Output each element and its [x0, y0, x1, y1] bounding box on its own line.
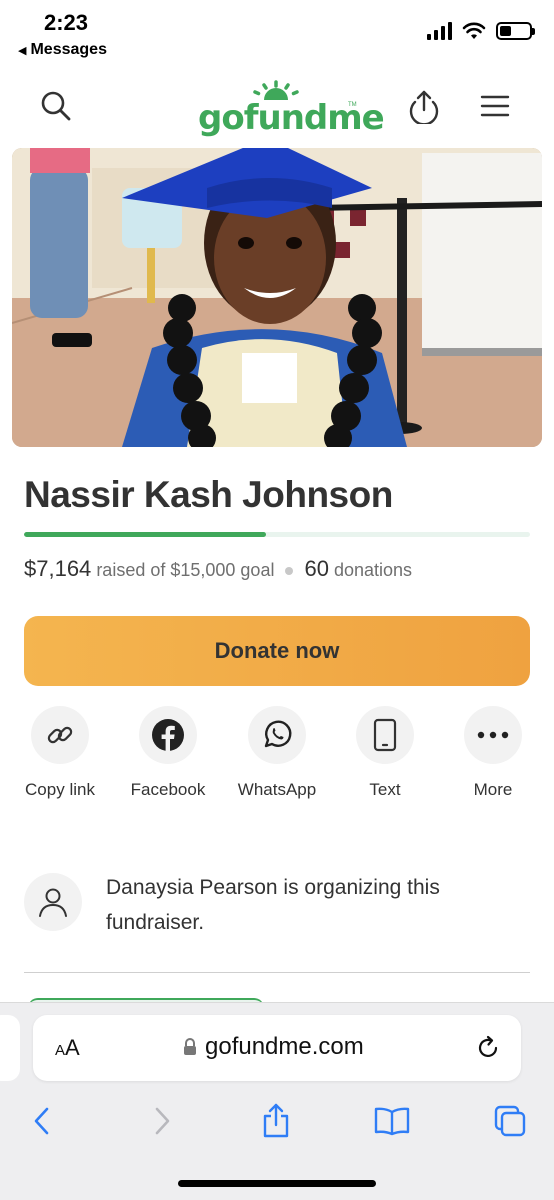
url-text: gofundme.com [205, 1033, 364, 1060]
site-header: gofundme TM [0, 76, 554, 138]
share-label: Copy link [25, 780, 95, 799]
share-text[interactable]: Text [335, 706, 435, 800]
share-label: Text [369, 780, 401, 799]
progress-fill [24, 532, 266, 537]
share-more[interactable]: More [443, 706, 543, 800]
back-to-messages-link[interactable]: ◀ Messages [18, 41, 107, 59]
person-icon [39, 888, 67, 917]
donations-label: donations [333, 560, 413, 580]
amount-raised: $7,164 [24, 556, 92, 581]
share-label: More [473, 780, 513, 799]
share-button[interactable] [404, 86, 444, 126]
tabs-button[interactable] [488, 1099, 532, 1143]
back-triangle-icon: ◀ [18, 45, 27, 57]
reload-button[interactable] [475, 1035, 501, 1066]
gofundme-logo[interactable]: gofundme TM [198, 80, 385, 138]
section-divider [24, 972, 530, 973]
book-icon [374, 1107, 410, 1136]
logo-trademark: TM [348, 102, 357, 108]
aa-big: A [65, 1035, 80, 1060]
chevron-right-icon [155, 1107, 170, 1135]
organizer-text: Danaysia Pearson is organizing this fund… [106, 876, 440, 934]
aa-small: A [55, 1042, 66, 1059]
share-facebook[interactable]: Facebook [118, 706, 218, 800]
more-icon [477, 731, 509, 739]
menu-button[interactable] [475, 86, 515, 126]
hamburger-menu-icon [480, 95, 510, 117]
wifi-icon [462, 22, 486, 39]
browser-forward-button[interactable] [140, 1099, 184, 1143]
bookmarks-button[interactable] [370, 1099, 414, 1143]
campaign-title: Nassir Kash Johnson [24, 474, 393, 515]
status-bar: 2:23 ◀ Messages [0, 0, 554, 66]
back-app-label: Messages [30, 41, 107, 58]
donation-count: 60 [304, 556, 329, 581]
browser-toolbar: AA gofundme.com [0, 1002, 554, 1200]
goal-text: raised of $15,000 goal [96, 560, 275, 580]
chevron-left-icon [34, 1107, 49, 1135]
browser-back-button[interactable] [20, 1099, 64, 1143]
whatsapp-icon [264, 720, 292, 748]
tabs-icon [494, 1105, 526, 1137]
lock-icon [184, 1038, 196, 1055]
link-icon [47, 726, 73, 744]
share-circle [31, 706, 89, 764]
share-copy-link[interactable]: Copy link [10, 706, 110, 800]
search-button[interactable] [36, 86, 76, 126]
facebook-icon [152, 719, 184, 752]
url-display[interactable]: gofundme.com [183, 1033, 364, 1061]
phone-icon [373, 718, 397, 752]
status-time: 2:23 [44, 10, 89, 35]
share-circle [248, 706, 306, 764]
share-circle [356, 706, 414, 764]
share-whatsapp[interactable]: WhatsApp [227, 706, 327, 800]
previous-tab-edge[interactable] [0, 1015, 20, 1081]
share-label: Facebook [130, 780, 206, 799]
home-indicator [178, 1180, 376, 1187]
fundraising-stats: $7,164 raised of $15,000 goal 60 donatio… [24, 556, 412, 582]
reload-icon [478, 1035, 498, 1057]
battery-icon [496, 22, 535, 40]
separator-dot [285, 567, 294, 576]
browser-share-button[interactable] [254, 1099, 298, 1143]
campaign-photo [12, 148, 542, 447]
share-icon [263, 1103, 289, 1138]
progress-bar [24, 532, 530, 537]
share-circle [139, 706, 197, 764]
signal-icon [427, 22, 452, 40]
donate-now-button[interactable]: Donate now [24, 616, 530, 686]
status-icons [427, 22, 535, 40]
search-icon [41, 91, 71, 121]
organizer-avatar [24, 873, 82, 931]
text-size-button[interactable]: AA [55, 1035, 80, 1061]
address-bar[interactable]: AA gofundme.com [33, 1015, 521, 1081]
upload-share-icon [409, 90, 439, 124]
share-circle [464, 706, 522, 764]
share-label: WhatsApp [237, 780, 317, 799]
